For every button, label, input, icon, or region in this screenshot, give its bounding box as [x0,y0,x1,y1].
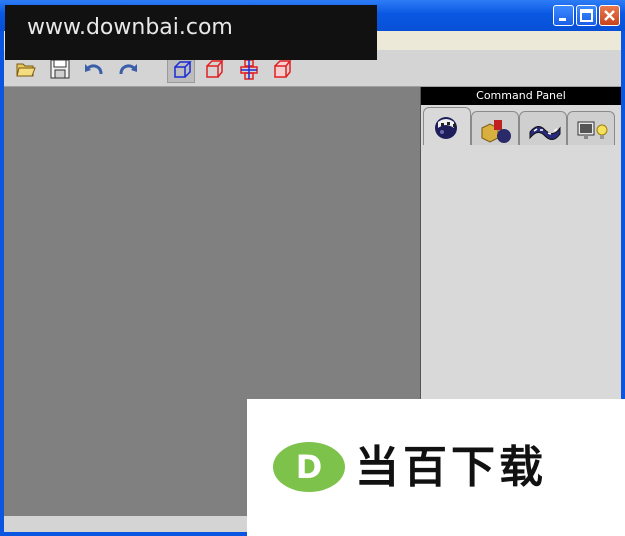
view-front-icon [206,60,224,78]
primitives-icon [481,120,511,143]
render-light-icon [577,121,608,139]
tab-primitives[interactable] [471,111,519,145]
maximize-button[interactable] [576,5,597,26]
command-panel-title: Command Panel [421,87,621,105]
brand-logo: D [271,441,347,497]
brand-watermark: D 当百下载 [247,399,625,536]
view-side-icon [274,60,292,78]
view-perspective-icon [174,61,192,78]
brand-name: 当百下载 [355,442,547,493]
brand-letter: D [296,448,323,486]
close-button[interactable] [599,5,620,26]
material-sphere-icon [435,117,457,139]
save-disk-icon [50,59,70,79]
minimize-icon [559,18,566,21]
command-panel-tabs [421,107,621,145]
brand-logo-icon: D [273,442,345,492]
maximize-icon [580,9,593,22]
tab-materials[interactable] [423,107,471,145]
tab-modifiers[interactable] [519,111,567,145]
site-watermark: www.downbai.com [5,5,377,60]
redo-icon [119,64,137,75]
undo-icon [85,64,103,75]
minimize-button[interactable] [553,5,574,26]
modifier-surface-icon [529,126,561,140]
close-icon [604,10,615,21]
view-top-icon [240,59,258,80]
open-folder-icon [16,63,36,77]
tab-render[interactable] [567,111,615,145]
